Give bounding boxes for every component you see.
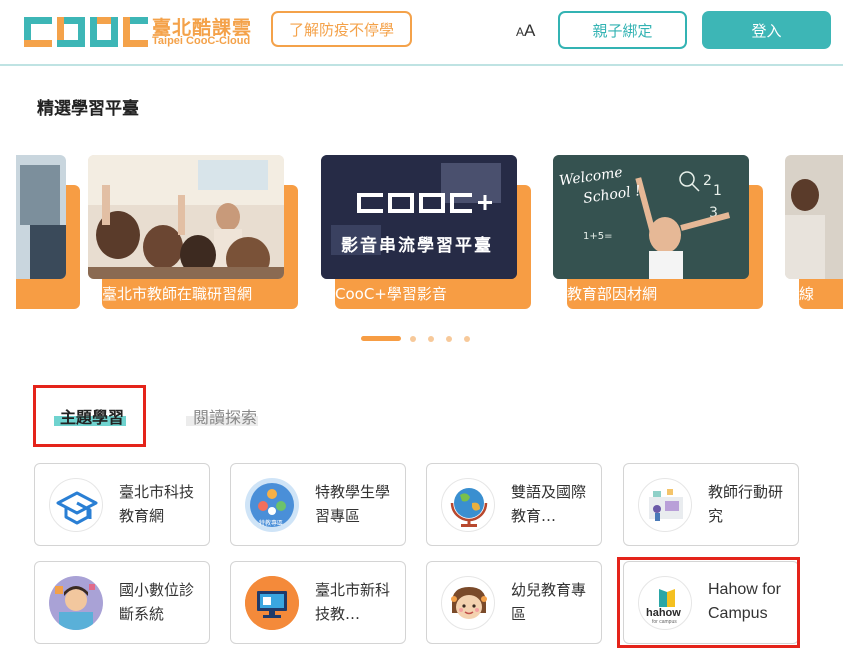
- special-ed-icon-text: 特教專區: [259, 520, 284, 527]
- tab-theme-learning[interactable]: 主題學習: [60, 404, 124, 428]
- pagination-dot[interactable]: [428, 336, 434, 342]
- monitor-icon: [245, 576, 299, 630]
- carousel-card-prev[interactable]: [16, 155, 80, 309]
- topic-label: 幼兒教育專區: [511, 581, 587, 623]
- special-ed-icon: 特教專區: [245, 478, 299, 532]
- carousel-card-cooc-plus[interactable]: 影音串流學習平臺 CooC+學習影音: [321, 155, 531, 309]
- header: 臺北酷課雲 Taipei CooC-Cloud 了解防疫不停學 AA 親子綁定 …: [0, 0, 843, 66]
- card-label: CooC+學習影音: [335, 285, 447, 303]
- topic-label: 臺北市新科技教…: [315, 581, 391, 623]
- svg-text:1+5=: 1+5=: [583, 231, 612, 242]
- topic-label: 特教學生學習專區: [315, 483, 391, 525]
- pagination-dot[interactable]: [464, 336, 470, 342]
- topic-tile-bilingual[interactable]: 雙語及國際教育…: [426, 463, 602, 546]
- cooc-plus-banner-title: 影音串流學習平臺: [341, 236, 493, 256]
- logo-english-text: Taipei CooC-Cloud: [152, 35, 251, 47]
- topic-label: 臺北市科技教育網: [119, 483, 195, 525]
- topic-tile-tech-education[interactable]: 臺北市科技教育網: [34, 463, 210, 546]
- card-label: 線: [799, 285, 815, 303]
- topic-tile-teacher-research[interactable]: 教師行動研究: [623, 463, 799, 546]
- card-label: 教育部因材網: [567, 285, 658, 303]
- svg-text:1: 1: [713, 183, 722, 199]
- topic-label: 雙語及國際教育…: [511, 483, 587, 525]
- card-next-image: [785, 155, 843, 279]
- hahow-highlight-box: [617, 557, 800, 648]
- child-face-icon: [441, 576, 495, 630]
- featured-carousel[interactable]: 臺北市教師在職研習網 影音串流學習平臺 CooC+學習影音 2 1 3 1+5=…: [16, 150, 843, 320]
- topic-label: 教師行動研究: [708, 483, 784, 525]
- topic-tile-special-education[interactable]: 特教專區 特教學生學習專區: [230, 463, 406, 546]
- cooc-plus-banner-icon: 影音串流學習平臺: [321, 155, 517, 279]
- tab-reading-exploration[interactable]: 閱讀探索: [193, 404, 257, 428]
- covid-learning-button[interactable]: 了解防疫不停學: [271, 11, 412, 47]
- carousel-card-adaptive-learning[interactable]: 2 1 3 1+5= Welcome School ! 教育部因材網: [553, 155, 763, 309]
- login-button[interactable]: 登入: [702, 11, 831, 49]
- card-label: 臺北市教師在職研習網: [102, 285, 253, 303]
- globe-icon: [441, 478, 495, 532]
- pagination-dot-active[interactable]: [361, 336, 401, 341]
- topic-tile-new-tech[interactable]: 臺北市新科技教…: [230, 561, 406, 644]
- topic-tile-digital-diagnosis[interactable]: 國小數位診斷系統: [34, 561, 210, 644]
- carousel-card-next[interactable]: 線: [785, 155, 843, 309]
- student-avatar-icon: [49, 576, 103, 630]
- topic-label: 國小數位診斷系統: [119, 581, 195, 623]
- card-prev-image: [16, 155, 66, 279]
- font-size-toggle[interactable]: AA: [516, 21, 535, 41]
- cooc-logo-mark: [24, 17, 148, 47]
- graduation-cap-icon: [49, 478, 103, 532]
- featured-section-title: 精選學習平臺: [37, 99, 139, 119]
- pagination-dot[interactable]: [410, 336, 416, 342]
- font-size-small-label: A: [516, 25, 525, 39]
- parent-binding-button[interactable]: 親子綁定: [558, 11, 687, 49]
- font-size-big-label: A: [524, 21, 536, 40]
- svg-text:2: 2: [703, 173, 712, 189]
- pagination-dot[interactable]: [446, 336, 452, 342]
- topic-tile-preschool[interactable]: 幼兒教育專區: [426, 561, 602, 644]
- classroom-photo-icon: [88, 155, 284, 279]
- research-icon: [638, 478, 692, 532]
- chalkboard-photo-icon: 2 1 3 1+5= Welcome School !: [553, 155, 749, 279]
- carousel-card-teacher-training[interactable]: 臺北市教師在職研習網: [88, 155, 298, 309]
